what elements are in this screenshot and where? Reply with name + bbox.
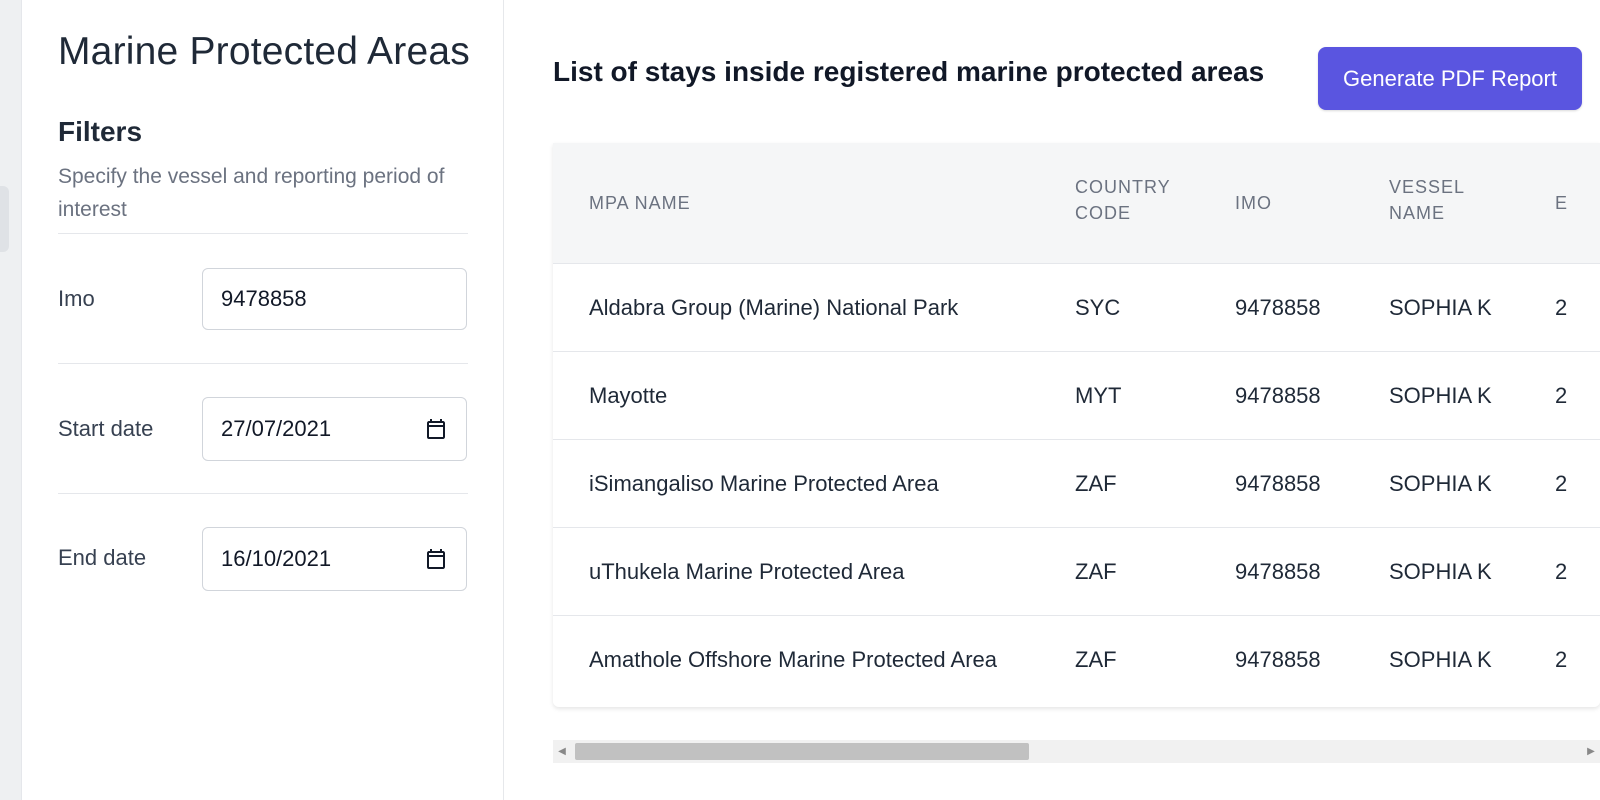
table-row[interactable]: uThukela Marine Protected Area ZAF 94788… xyxy=(553,528,1600,616)
cell-imo: 9478858 xyxy=(1235,383,1321,408)
cell-country-code: ZAF xyxy=(1075,647,1117,672)
start-date-value: 27/07/2021 xyxy=(221,416,332,441)
cell-country-code: MYT xyxy=(1075,383,1122,408)
cell-country-code: ZAF xyxy=(1075,559,1117,584)
column-header-vessel-name[interactable]: VESSEL NAME xyxy=(1389,174,1489,226)
filters-sidebar: Marine Protected Areas Filters Specify t… xyxy=(22,0,504,800)
divider xyxy=(58,233,468,234)
divider xyxy=(58,493,468,494)
column-header-imo[interactable]: IMO xyxy=(1235,190,1272,216)
table-header: MPA NAME COUNTRY CODE IMO VESSEL NAME E xyxy=(553,143,1600,264)
cell-vessel-name: SOPHIA K xyxy=(1389,383,1492,408)
cell-truncated: 2 xyxy=(1555,559,1568,584)
column-header-mpa-name[interactable]: MPA NAME xyxy=(589,190,691,216)
calendar-icon[interactable] xyxy=(424,417,448,441)
arrow-right-icon[interactable]: ▶ xyxy=(1582,740,1600,763)
table-row[interactable]: Aldabra Group (Marine) National Park SYC… xyxy=(553,264,1600,352)
cell-truncated: 2 xyxy=(1555,471,1568,496)
calendar-icon[interactable] xyxy=(424,547,448,571)
end-date-value: 16/10/2021 xyxy=(221,546,332,571)
filters-description: Specify the vessel and reporting period … xyxy=(58,165,445,221)
cell-truncated: 2 xyxy=(1555,383,1568,408)
table-row[interactable]: Amathole Offshore Marine Protected Area … xyxy=(553,616,1600,704)
start-date-input[interactable]: 27/07/2021 xyxy=(202,397,467,461)
cell-imo: 9478858 xyxy=(1235,559,1321,584)
imo-value: 9478858 xyxy=(221,286,307,311)
cell-imo: 9478858 xyxy=(1235,647,1321,672)
imo-label: Imo xyxy=(58,286,95,311)
table-row[interactable]: Mayotte MYT 9478858 SOPHIA K 2 xyxy=(553,352,1600,440)
cell-mpa-name: Aldabra Group (Marine) National Park xyxy=(589,295,959,320)
table-row[interactable]: iSimangaliso Marine Protected Area ZAF 9… xyxy=(553,440,1600,528)
cell-mpa-name: iSimangaliso Marine Protected Area xyxy=(589,471,939,496)
cell-mpa-name: Amathole Offshore Marine Protected Area xyxy=(589,647,998,672)
cell-mpa-name: Mayotte xyxy=(589,383,668,408)
cell-vessel-name: SOPHIA K xyxy=(1389,647,1492,672)
cell-mpa-name: uThukela Marine Protected Area xyxy=(589,559,905,584)
cell-truncated: 2 xyxy=(1555,295,1568,320)
page-title: Marine Protected Areas xyxy=(58,30,470,73)
stays-table: MPA NAME COUNTRY CODE IMO VESSEL NAME E … xyxy=(553,143,1600,707)
cell-truncated: 2 xyxy=(1555,647,1568,672)
column-header-country-code[interactable]: COUNTRY CODE xyxy=(1075,174,1185,226)
cell-vessel-name: SOPHIA K xyxy=(1389,559,1492,584)
start-date-label: Start date xyxy=(58,416,154,441)
divider xyxy=(58,363,468,364)
horizontal-scrollbar[interactable]: ◀ ▶ xyxy=(553,740,1600,763)
generate-pdf-report-button[interactable]: Generate PDF Report xyxy=(1318,47,1582,110)
filters-heading: Filters xyxy=(58,116,143,147)
cell-vessel-name: SOPHIA K xyxy=(1389,295,1492,320)
arrow-left-icon[interactable]: ◀ xyxy=(553,740,571,763)
end-date-label: End date xyxy=(58,545,147,570)
end-date-input[interactable]: 16/10/2021 xyxy=(202,527,467,591)
cell-imo: 9478858 xyxy=(1235,471,1321,496)
list-title: List of stays inside registered marine p… xyxy=(553,56,1265,87)
cell-imo: 9478858 xyxy=(1235,295,1321,320)
app-gutter xyxy=(0,0,22,800)
cell-country-code: SYC xyxy=(1075,295,1121,320)
scrollbar-thumb[interactable] xyxy=(575,743,1029,760)
results-panel: List of stays inside registered marine p… xyxy=(504,0,1600,800)
collapse-handle[interactable] xyxy=(0,186,9,252)
imo-input[interactable]: 9478858 xyxy=(202,268,467,330)
cell-country-code: ZAF xyxy=(1075,471,1117,496)
cell-vessel-name: SOPHIA K xyxy=(1389,471,1492,496)
column-header-truncated[interactable]: E xyxy=(1555,190,1568,216)
